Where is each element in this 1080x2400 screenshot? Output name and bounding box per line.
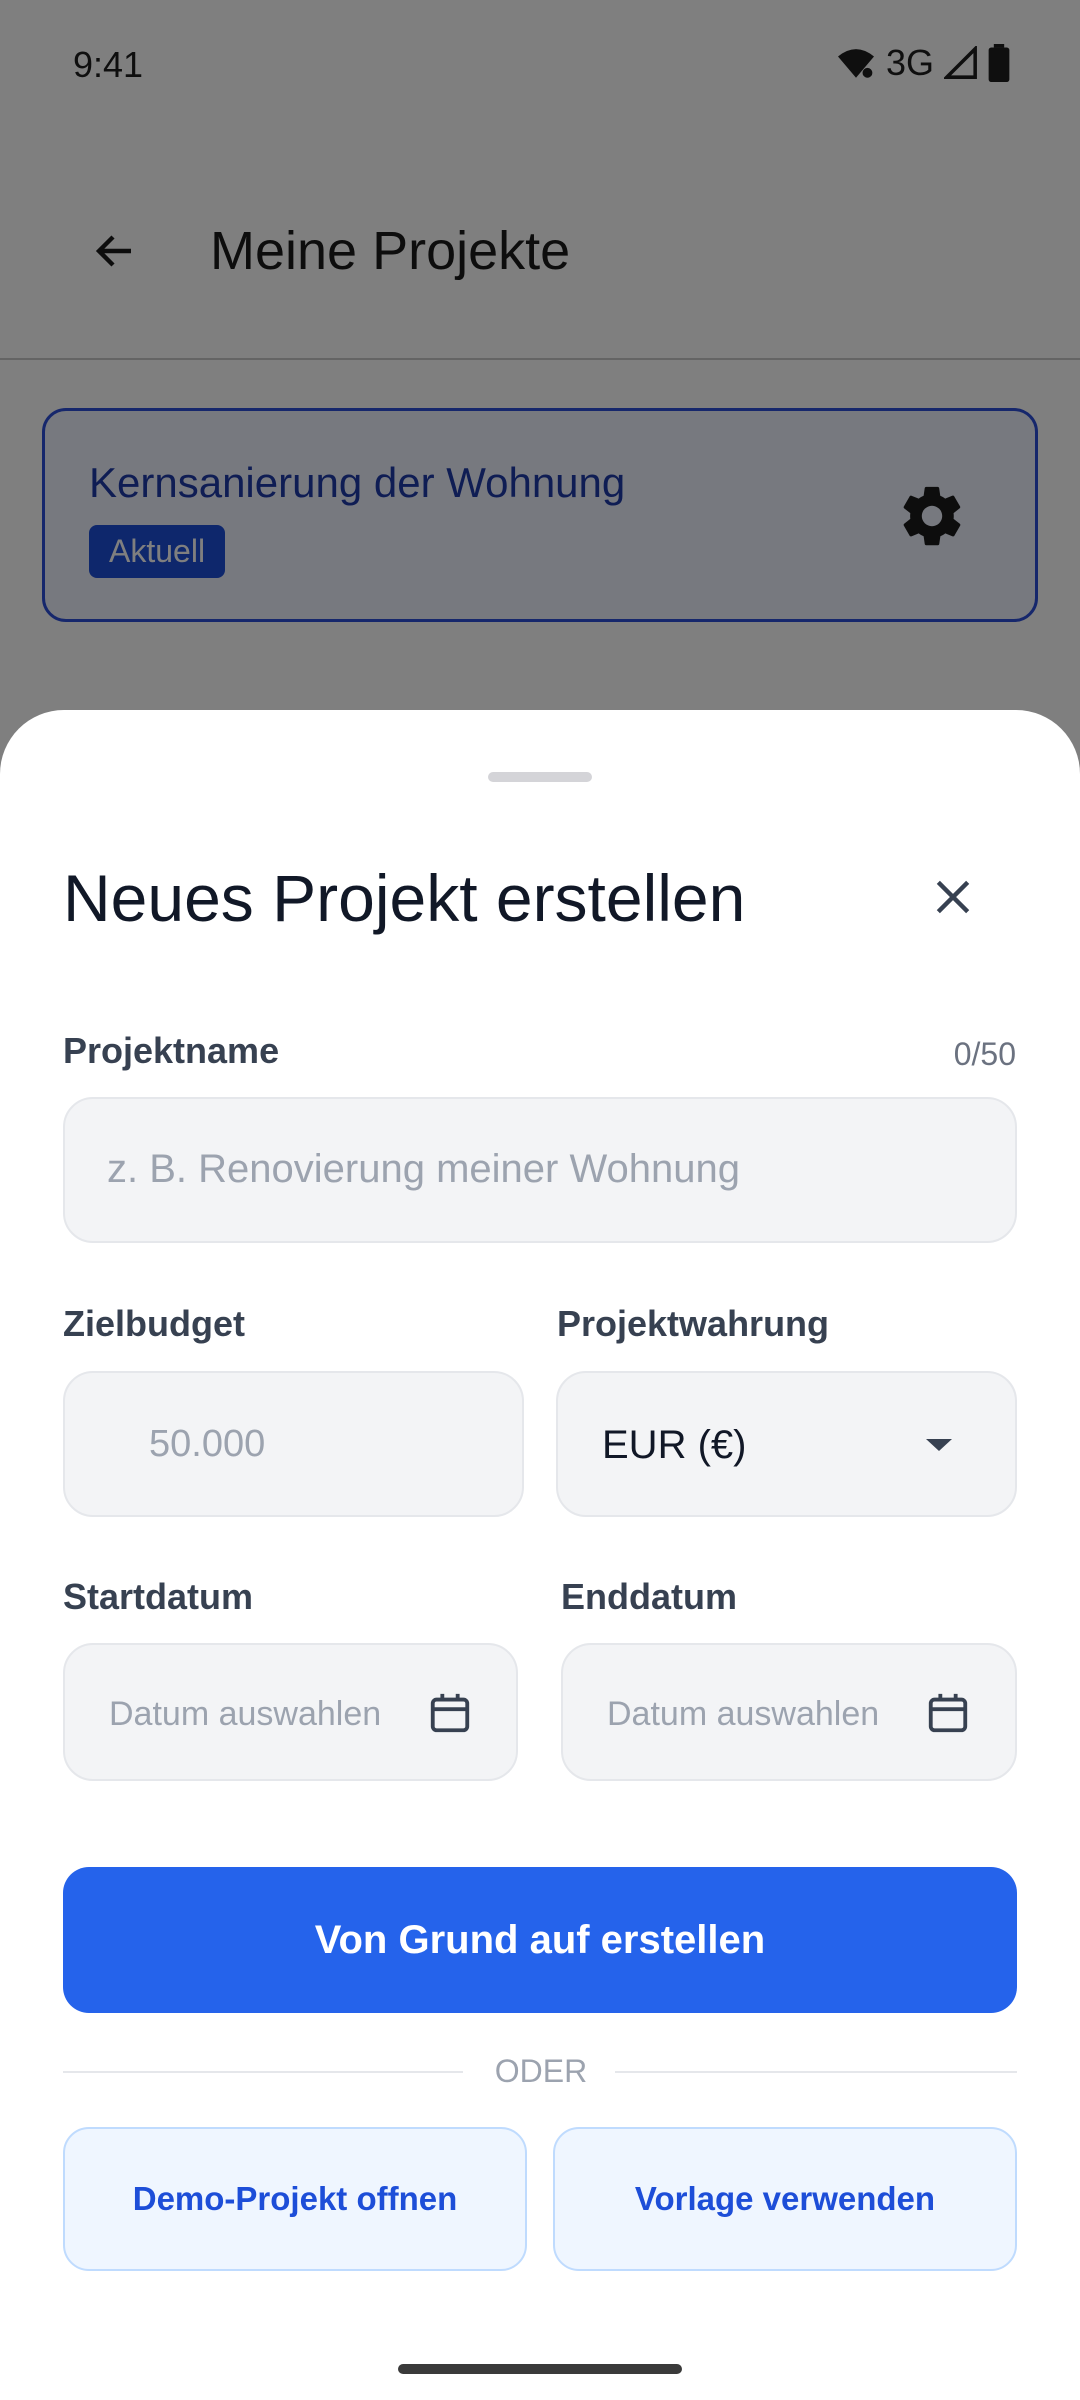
close-button[interactable] [918, 862, 988, 932]
start-date-field[interactable]: Datum auswahlen [63, 1643, 518, 1781]
chevron-down-icon [926, 1439, 952, 1451]
end-date-field[interactable]: Datum auswahlen [561, 1643, 1017, 1781]
create-from-scratch-button[interactable]: Von Grund auf erstellen [63, 1867, 1017, 2013]
budget-field[interactable]: 50.000 [63, 1371, 524, 1517]
budget-label: Zielbudget [63, 1303, 245, 1344]
budget-placeholder: 50.000 [149, 1423, 266, 1465]
character-counter: 0/50 [953, 1036, 1016, 1072]
divider-line-left [63, 2071, 463, 2073]
new-project-sheet: Neues Projekt erstellen Projektname 0/50… [0, 710, 1080, 2400]
project-name-placeholder: z. B. Renovierung meiner Wohnung [107, 1147, 740, 1191]
project-name-field[interactable]: z. B. Renovierung meiner Wohnung [63, 1097, 1017, 1243]
end-date-label: Enddatum [561, 1576, 737, 1617]
sheet-title: Neues Projekt erstellen [63, 861, 746, 935]
home-indicator[interactable] [398, 2364, 682, 2374]
drag-handle[interactable] [488, 772, 592, 782]
calendar-icon[interactable] [427, 1690, 473, 1736]
close-icon [936, 880, 970, 914]
open-demo-project-button[interactable]: Demo-Projekt offnen [63, 2127, 527, 2271]
calendar-icon[interactable] [925, 1690, 971, 1736]
start-date-placeholder: Datum auswahlen [109, 1695, 382, 1733]
start-date-label: Startdatum [63, 1576, 254, 1617]
end-date-placeholder: Datum auswahlen [607, 1695, 880, 1733]
or-divider: ODER [494, 2053, 588, 2089]
currency-select[interactable]: EUR (€) [556, 1371, 1017, 1517]
use-template-button[interactable]: Vorlage verwenden [553, 2127, 1017, 2271]
currency-label: Projektwahrung [557, 1303, 830, 1344]
currency-value: EUR (€) [602, 1423, 747, 1467]
divider-line-right [615, 2071, 1017, 2073]
project-name-label: Projektname [63, 1030, 280, 1071]
